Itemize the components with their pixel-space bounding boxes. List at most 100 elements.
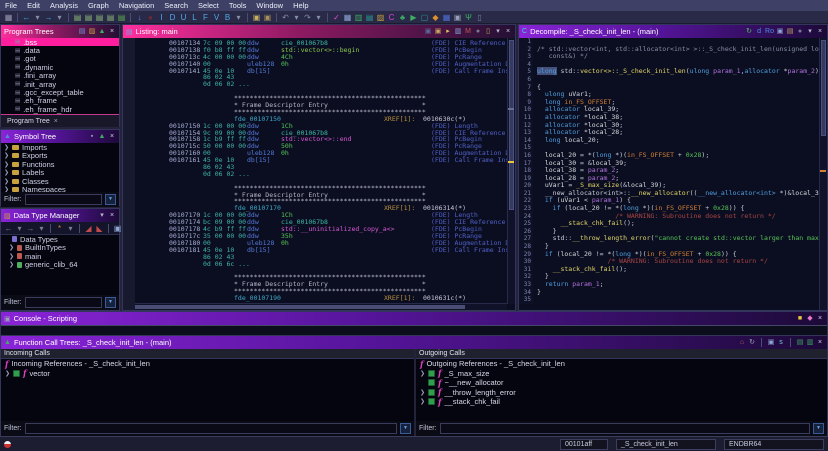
edit-view-icon[interactable]: ▤: [78, 27, 86, 37]
window-icon[interactable]: ▣: [452, 12, 463, 23]
expander-icon[interactable]: ❯: [4, 144, 9, 151]
undo-icon[interactable]: ↶: [280, 12, 291, 23]
paste-icon[interactable]: ▣: [434, 27, 442, 37]
decompile-line[interactable]: 3 const&) */: [519, 53, 827, 61]
run-script-icon[interactable]: ▶: [408, 12, 419, 23]
decompile-titlebar[interactable]: C Decompile: _S_check_init_len - (main) …: [519, 25, 827, 38]
listing-row[interactable]: 001071549c 09 00 00ddwcie_001067b8(FDE) …: [135, 129, 497, 136]
call-tree-item[interactable]: ❯f__stack_chk_fail: [416, 397, 827, 407]
listing-row[interactable]: 001071581c b9 ff ffddwstd::vector<>::end…: [135, 135, 497, 142]
listing-hscroll-thumb[interactable]: [135, 305, 465, 309]
letter-d-icon[interactable]: D: [167, 12, 178, 23]
listing-titlebar[interactable]: ▤ Listing: main ▣▣▸▥M●▯▾×: [123, 25, 515, 38]
listing-row[interactable]: 001071347c 09 00 00ddwcie_001067b8(FDE) …: [135, 39, 497, 46]
close-icon[interactable]: ×: [108, 211, 116, 221]
clear-code-icon[interactable]: C: [386, 12, 397, 23]
dropdown-icon[interactable]: ▾: [806, 27, 814, 37]
decompile-scroll-thumb[interactable]: [821, 40, 826, 136]
copy-icon[interactable]: ▣: [424, 27, 432, 37]
next-datatype-icon[interactable]: →: [25, 223, 36, 234]
menu-analysis[interactable]: Analysis: [45, 0, 83, 11]
letter-u-icon[interactable]: U: [178, 12, 189, 23]
listing-row[interactable]: [135, 87, 497, 94]
record-icon[interactable]: ●: [145, 12, 156, 23]
register-view-icon[interactable]: ▥: [353, 12, 364, 23]
new-window-icon[interactable]: ▥: [806, 338, 814, 348]
goto-icon[interactable]: ▲: [98, 132, 106, 142]
expander-icon[interactable]: ❯: [9, 244, 14, 251]
filter-match-icon[interactable]: ▣: [767, 338, 775, 348]
listing-vertical-scrollbar[interactable]: [507, 38, 515, 304]
decompile-line[interactable]: 25 __stack_chk_fail();: [519, 220, 827, 228]
page-refresh-icon[interactable]: ▤: [116, 12, 127, 23]
program-tree-item[interactable]: ▤.bss: [1, 38, 119, 46]
page-icon-1[interactable]: ▤: [72, 12, 83, 23]
page-icon-3[interactable]: ▤: [94, 12, 105, 23]
redo-dropdown-icon[interactable]: ▾: [313, 12, 324, 23]
listing-body[interactable]: 001071347c 09 00 00ddwcie_001067b8(FDE) …: [123, 38, 515, 310]
listing-row[interactable]: 0010713c4c 00 00 00ddw4Ch(FDE) PcRange: [135, 53, 497, 60]
menu-search[interactable]: Search: [159, 0, 193, 11]
call-tree-item[interactable]: f~__new_allocator: [416, 378, 827, 388]
dtm-filter-input[interactable]: [25, 297, 103, 308]
page-icon-4[interactable]: ▤: [105, 12, 116, 23]
menu-help[interactable]: Help: [288, 0, 313, 11]
call-tree-item[interactable]: ❯fvector: [1, 369, 414, 379]
expander-icon[interactable]: ❯: [4, 186, 9, 192]
graph-icon[interactable]: d: [755, 27, 763, 37]
call-tree-icon[interactable]: Ψ: [463, 12, 474, 23]
favorites-dropdown-icon[interactable]: ▾: [65, 223, 76, 234]
listing-row[interactable]: 001071701c 00 00 00ddw1Ch(FDE) Length: [135, 211, 497, 218]
listing-horizontal-scrollbar[interactable]: [135, 303, 507, 310]
outgoing-filter-input[interactable]: [440, 423, 811, 434]
forward-icon[interactable]: →: [43, 12, 54, 23]
filter-arrays-icon[interactable]: ◢: [83, 223, 94, 234]
forward-dropdown-icon[interactable]: ▾: [54, 12, 65, 23]
letter-l-icon[interactable]: L: [189, 12, 200, 23]
letter-b-icon[interactable]: B: [222, 12, 233, 23]
back-icon[interactable]: ←: [21, 12, 32, 23]
clear-console-icon[interactable]: ◆: [806, 314, 814, 324]
call-trees-titlebar[interactable]: ▲ Function Call Trees: _S_check_init_len…: [1, 336, 827, 349]
letter-dropdown-icon[interactable]: ▾: [233, 12, 244, 23]
menu-edit[interactable]: Edit: [22, 0, 45, 11]
back-dropdown-icon[interactable]: ▾: [32, 12, 43, 23]
dropdown-icon[interactable]: ▾: [494, 27, 502, 37]
program-tree-item[interactable]: ▤.data: [1, 46, 119, 54]
decompile-line[interactable]: 33 return param_1;: [519, 281, 827, 289]
listing-row[interactable]: * Frame Descriptor Entry *: [135, 101, 497, 108]
listing-row[interactable]: 86 02 43: [135, 73, 497, 80]
snapshot-icon[interactable]: ●: [796, 27, 804, 37]
program-tree-item[interactable]: ▤.eh_frame_hdr: [1, 105, 119, 113]
refresh-icon[interactable]: ↻: [745, 27, 753, 37]
home-icon[interactable]: ⌂: [738, 338, 746, 348]
dtm-item-generic_clib_64[interactable]: ❯generic_clib_64: [1, 261, 119, 270]
dtm-item-builtintypes[interactable]: ❯BuiltInTypes: [1, 244, 119, 253]
decompile-line[interactable]: 6: [519, 76, 827, 84]
symbol-tree-item-exports[interactable]: ❯Exports: [1, 152, 119, 161]
open-archive-icon[interactable]: ▨: [375, 12, 386, 23]
decompile-line[interactable]: 27 std::__throw_length_error("cannot cre…: [519, 235, 827, 243]
expander-icon[interactable]: ❯: [9, 253, 14, 260]
listing-row[interactable]: fde_00107170XREF[1]:00106314(*): [135, 204, 497, 211]
expander-icon[interactable]: ❯: [420, 370, 425, 377]
filter-options-icon[interactable]: ▼: [813, 423, 824, 434]
listing-row[interactable]: ****************************************…: [135, 94, 497, 101]
listing-row[interactable]: 0010718000uleb1280h(FDE) Augmentation Da…: [135, 239, 497, 246]
letter-v-icon[interactable]: V: [211, 12, 222, 23]
listing-row[interactable]: fde_00107190XREF[1]:0010631c(*): [135, 294, 497, 301]
decompile-marker[interactable]: [820, 170, 826, 172]
refresh-icon[interactable]: ↻: [748, 338, 756, 348]
call-tree-item[interactable]: ❯f_S_max_size: [416, 369, 827, 379]
program-graph-icon[interactable]: ♣: [397, 12, 408, 23]
expander-icon[interactable]: ❯: [4, 161, 9, 168]
listing-row[interactable]: 00107138f0 b8 ff ffddwstd::vector<>::beg…: [135, 46, 497, 53]
analyze-check-icon[interactable]: ✓: [331, 12, 342, 23]
decompile-vertical-scrollbar[interactable]: [819, 38, 827, 310]
listing-row[interactable]: ****************************************…: [135, 273, 497, 280]
cursor-jump-icon[interactable]: ↓: [134, 12, 145, 23]
program-tree-item[interactable]: ▤.got: [1, 55, 119, 63]
menu-select[interactable]: Select: [193, 0, 224, 11]
decompile-line[interactable]: 34}: [519, 289, 827, 297]
next-dropdown-icon[interactable]: ▾: [36, 223, 47, 234]
